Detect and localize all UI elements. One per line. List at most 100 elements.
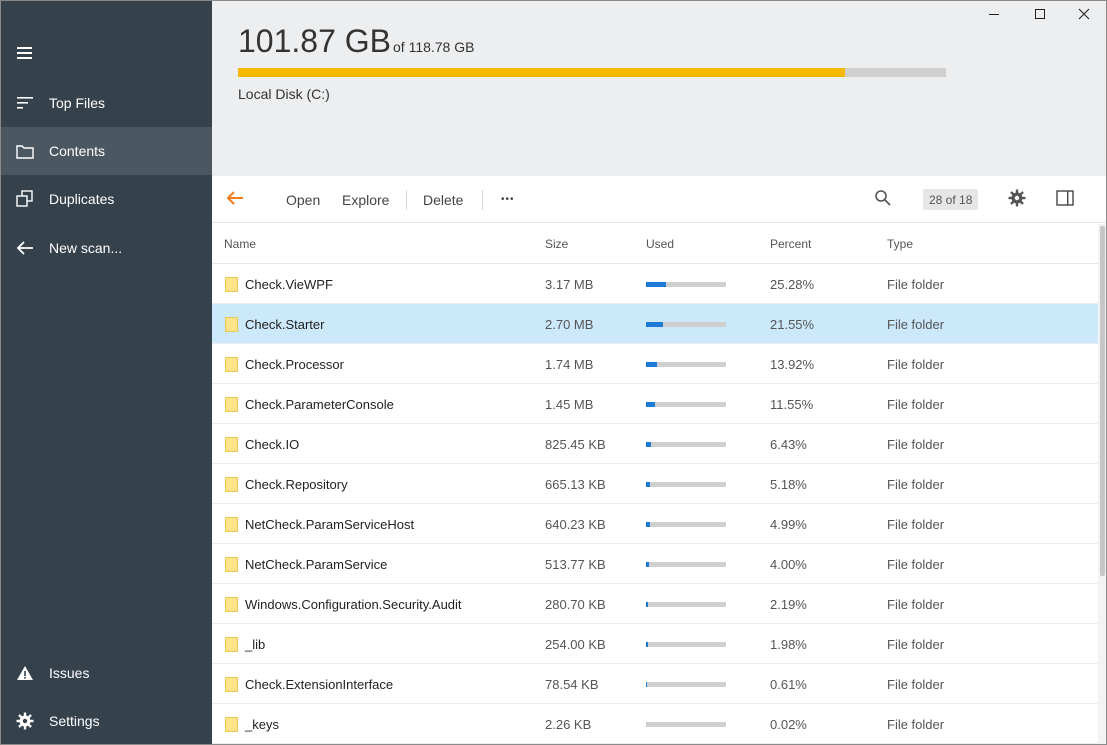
sidebar-item-top-files[interactable]: Top Files <box>1 79 212 127</box>
hamburger-icon <box>16 46 34 65</box>
used-bar-fill <box>646 361 658 367</box>
type-cell: File folder <box>887 476 945 492</box>
percent-cell: 21.55% <box>770 316 815 332</box>
used-bar <box>646 721 726 727</box>
used-cell <box>646 584 726 624</box>
used-bar <box>646 521 726 527</box>
table-row[interactable]: NetCheck.ParamServiceHost 640.23 KB 4.99% F… <box>212 504 1098 544</box>
type-cell: File folder <box>887 676 945 692</box>
column-header-size[interactable]: Size <box>545 224 568 264</box>
gear-icon <box>1008 189 1026 210</box>
scrollbar-thumb[interactable] <box>1100 226 1105 576</box>
app-window: Top Files Contents Duplicates New scan..… <box>0 0 1107 745</box>
sidebar-item-settings[interactable]: Settings <box>1 697 212 744</box>
used-bar <box>646 561 726 567</box>
size-cell: 513.77 KB <box>545 556 606 572</box>
used-size: 101.87 GB <box>238 23 391 59</box>
table-row[interactable]: _keys 2.26 KB 0.02% File folder <box>212 704 1098 744</box>
close-button[interactable] <box>1061 1 1106 31</box>
column-header-type[interactable]: Type <box>887 224 913 264</box>
used-bar <box>646 361 726 367</box>
size-cell: 254.00 KB <box>545 636 606 652</box>
explore-button[interactable]: Explore <box>342 176 389 223</box>
name-cell: _keys <box>224 704 279 744</box>
sidebar: Top Files Contents Duplicates New scan..… <box>1 1 212 744</box>
folder-name: Check.ExtensionInterface <box>245 676 394 692</box>
folder-name: Check.Starter <box>245 316 325 332</box>
minimize-button[interactable] <box>971 1 1017 31</box>
used-bar <box>646 481 726 487</box>
column-header-name[interactable]: Name <box>224 224 256 264</box>
menu-button[interactable] <box>1 31 49 79</box>
open-button[interactable]: Open <box>286 176 320 223</box>
size-cell: 665.13 KB <box>545 476 606 492</box>
column-header-used[interactable]: Used <box>646 224 674 264</box>
folder-name: Check.IO <box>245 436 300 452</box>
folder-name: Windows.Configuration.Security.Audit <box>245 596 462 612</box>
search-icon <box>874 189 892 210</box>
name-cell: NetCheck.ParamService <box>224 544 387 584</box>
vertical-scrollbar[interactable] <box>1098 224 1106 744</box>
sidebar-item-contents[interactable]: Contents <box>1 127 212 175</box>
list-icon <box>1 96 49 110</box>
used-cell <box>646 384 726 424</box>
used-cell <box>646 304 726 344</box>
name-cell: _lib <box>224 624 265 664</box>
more-button[interactable]: ••• <box>501 176 515 223</box>
toggle-panel-button[interactable] <box>1056 176 1074 223</box>
table-body: Check.VieWPF 3.17 MB 25.28% File folder Chec… <box>212 264 1098 744</box>
size-cell: 640.23 KB <box>545 516 606 532</box>
folder-icon <box>225 636 238 652</box>
sidebar-item-new-scan[interactable]: New scan... <box>1 224 212 272</box>
table-row[interactable]: Check.IO 825.45 KB 6.43% File folder <box>212 424 1098 464</box>
type-cell: File folder <box>887 636 945 652</box>
sidebar-item-label: Settings <box>49 713 100 729</box>
name-cell: Check.IO <box>224 424 299 464</box>
sidebar-item-label: New scan... <box>49 240 123 256</box>
used-bar <box>646 601 726 607</box>
folder-icon <box>225 476 238 492</box>
used-bar-fill <box>646 521 650 527</box>
minimize-icon <box>988 7 1000 25</box>
table-row[interactable]: Check.Starter 2.70 MB 21.55% File folder <box>212 304 1098 344</box>
table-row[interactable]: Check.ParameterConsole 1.45 MB 11.55% File … <box>212 384 1098 424</box>
percent-cell: 1.98% <box>770 636 807 652</box>
percent-cell: 6.43% <box>770 436 807 452</box>
name-cell: Check.VieWPF <box>224 264 333 304</box>
maximize-button[interactable] <box>1017 1 1063 31</box>
folder-icon <box>225 716 238 732</box>
table-row[interactable]: Check.Repository 665.13 KB 5.18% File folde… <box>212 464 1098 504</box>
column-header-percent[interactable]: Percent <box>770 224 811 264</box>
folder-name: Check.Processor <box>245 356 344 372</box>
disk-summary-header: 101.87 GB of 118.78 GB Local Disk (C:) <box>212 1 1106 176</box>
used-bar-fill <box>646 601 648 607</box>
table-row[interactable]: NetCheck.ParamService 513.77 KB 4.00% File … <box>212 544 1098 584</box>
percent-cell: 2.19% <box>770 596 807 612</box>
type-cell: File folder <box>887 316 945 332</box>
folder-name: Check.ParameterConsole <box>245 396 394 412</box>
side-panel-icon <box>1056 190 1074 209</box>
sidebar-item-label: Contents <box>49 143 106 159</box>
sidebar-item-issues[interactable]: Issues <box>1 649 212 697</box>
sidebar-item-label: Top Files <box>49 95 106 111</box>
used-cell <box>646 624 726 664</box>
back-button[interactable] <box>226 176 244 223</box>
table-row[interactable]: Check.VieWPF 3.17 MB 25.28% File folder <box>212 264 1098 304</box>
delete-button[interactable]: Delete <box>423 176 463 223</box>
results-counter: 28 of 18 <box>923 189 979 210</box>
table-row[interactable]: _lib 254.00 KB 1.98% File folder <box>212 624 1098 664</box>
used-cell <box>646 544 726 584</box>
folder-icon <box>225 516 238 532</box>
search-button[interactable] <box>874 176 892 223</box>
disk-name: Local Disk (C:) <box>238 86 330 102</box>
total-size: of 118.78 GB <box>393 39 475 55</box>
used-bar <box>646 681 726 687</box>
sidebar-item-duplicates[interactable]: Duplicates <box>1 175 212 223</box>
table-row[interactable]: Windows.Configuration.Security.Audit 280.… <box>212 584 1098 624</box>
used-bar-fill <box>646 281 667 287</box>
table-row[interactable]: Check.ExtensionInterface 78.54 KB 0.61% Fil… <box>212 664 1098 704</box>
percent-cell: 13.92% <box>770 356 815 372</box>
settings-button[interactable] <box>1008 176 1026 223</box>
percent-cell: 0.61% <box>770 676 807 692</box>
table-row[interactable]: Check.Processor 1.74 MB 13.92% File folder <box>212 344 1098 384</box>
